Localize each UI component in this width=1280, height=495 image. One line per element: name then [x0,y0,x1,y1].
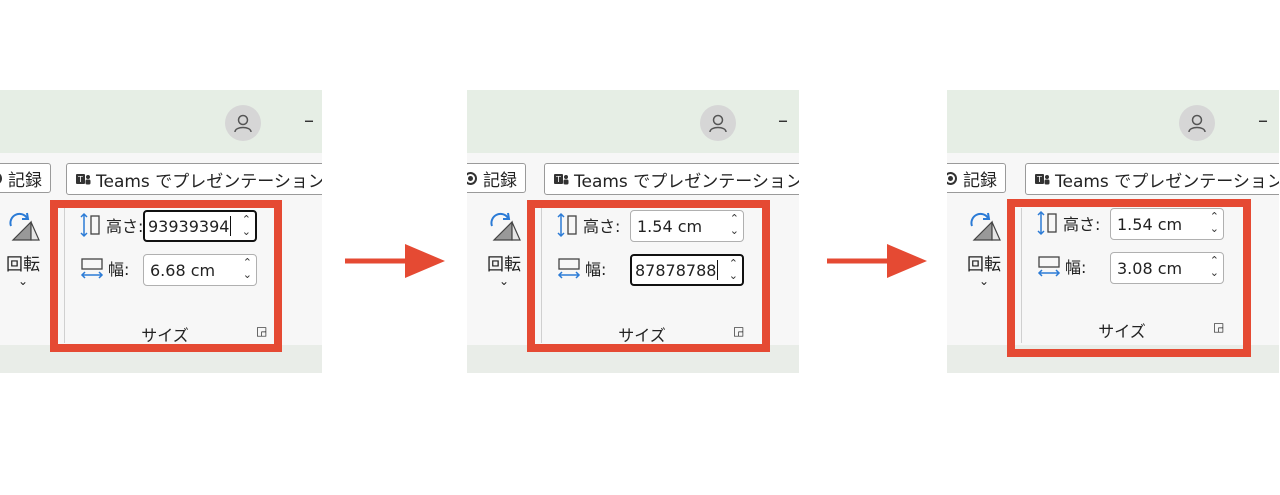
svg-text:T: T [555,175,561,184]
record-icon [947,171,957,185]
right-arrow-icon [345,244,445,278]
teams-icon: T [1035,174,1050,185]
teams-label: Teams でプレゼンテーション [96,171,322,192]
record-button[interactable]: 記録 [0,163,51,193]
record-label: 記録 [963,170,997,191]
rotate-label: 回転 [6,255,40,275]
right-arrow-icon [827,244,927,278]
record-label: 記録 [8,170,42,191]
minimize-icon[interactable]: – [1258,108,1268,132]
svg-text:T: T [77,175,83,184]
record-icon [0,171,2,185]
rotate-button[interactable]: 回転 ⌄ [961,208,1007,288]
rotate-icon [9,212,40,241]
user-avatar-icon[interactable] [225,105,261,141]
teams-present-button[interactable]: T Teams でプレゼンテーション [1025,163,1279,195]
record-button[interactable]: 記録 [947,163,1006,193]
user-avatar-icon[interactable] [1179,105,1215,141]
svg-text:T: T [1036,175,1042,184]
highlight-box-2 [527,200,770,352]
teams-icon: T [76,174,91,185]
highlight-box-3 [1007,199,1251,357]
record-button[interactable]: 記録 [467,163,526,193]
rotate-button[interactable]: 回転 ⌄ [481,208,527,288]
chevron-down-icon: ⌄ [978,274,990,288]
rotate-label: 回転 [487,255,521,275]
minimize-icon[interactable]: – [304,108,314,132]
teams-present-button[interactable]: T Teams でプレゼンテーション [544,163,799,195]
record-icon [467,171,477,185]
teams-label: Teams でプレゼンテーション [574,171,799,192]
title-bar [0,90,322,153]
title-bar [947,90,1279,153]
title-bar [467,90,799,153]
user-avatar-icon[interactable] [700,105,736,141]
highlight-box-1 [50,200,282,352]
rotate-icon [970,212,1001,241]
minimize-icon[interactable]: – [778,108,788,132]
teams-icon: T [554,174,569,185]
rotate-icon [490,212,521,241]
rotate-button[interactable]: 回転 ⌄ [0,208,46,288]
teams-label: Teams でプレゼンテーション [1055,171,1279,192]
teams-present-button[interactable]: T Teams でプレゼンテーション [66,163,322,195]
chevron-down-icon: ⌄ [498,274,510,288]
rotate-label: 回転 [967,255,1001,275]
chevron-down-icon: ⌄ [17,274,29,288]
record-label: 記録 [483,170,517,191]
